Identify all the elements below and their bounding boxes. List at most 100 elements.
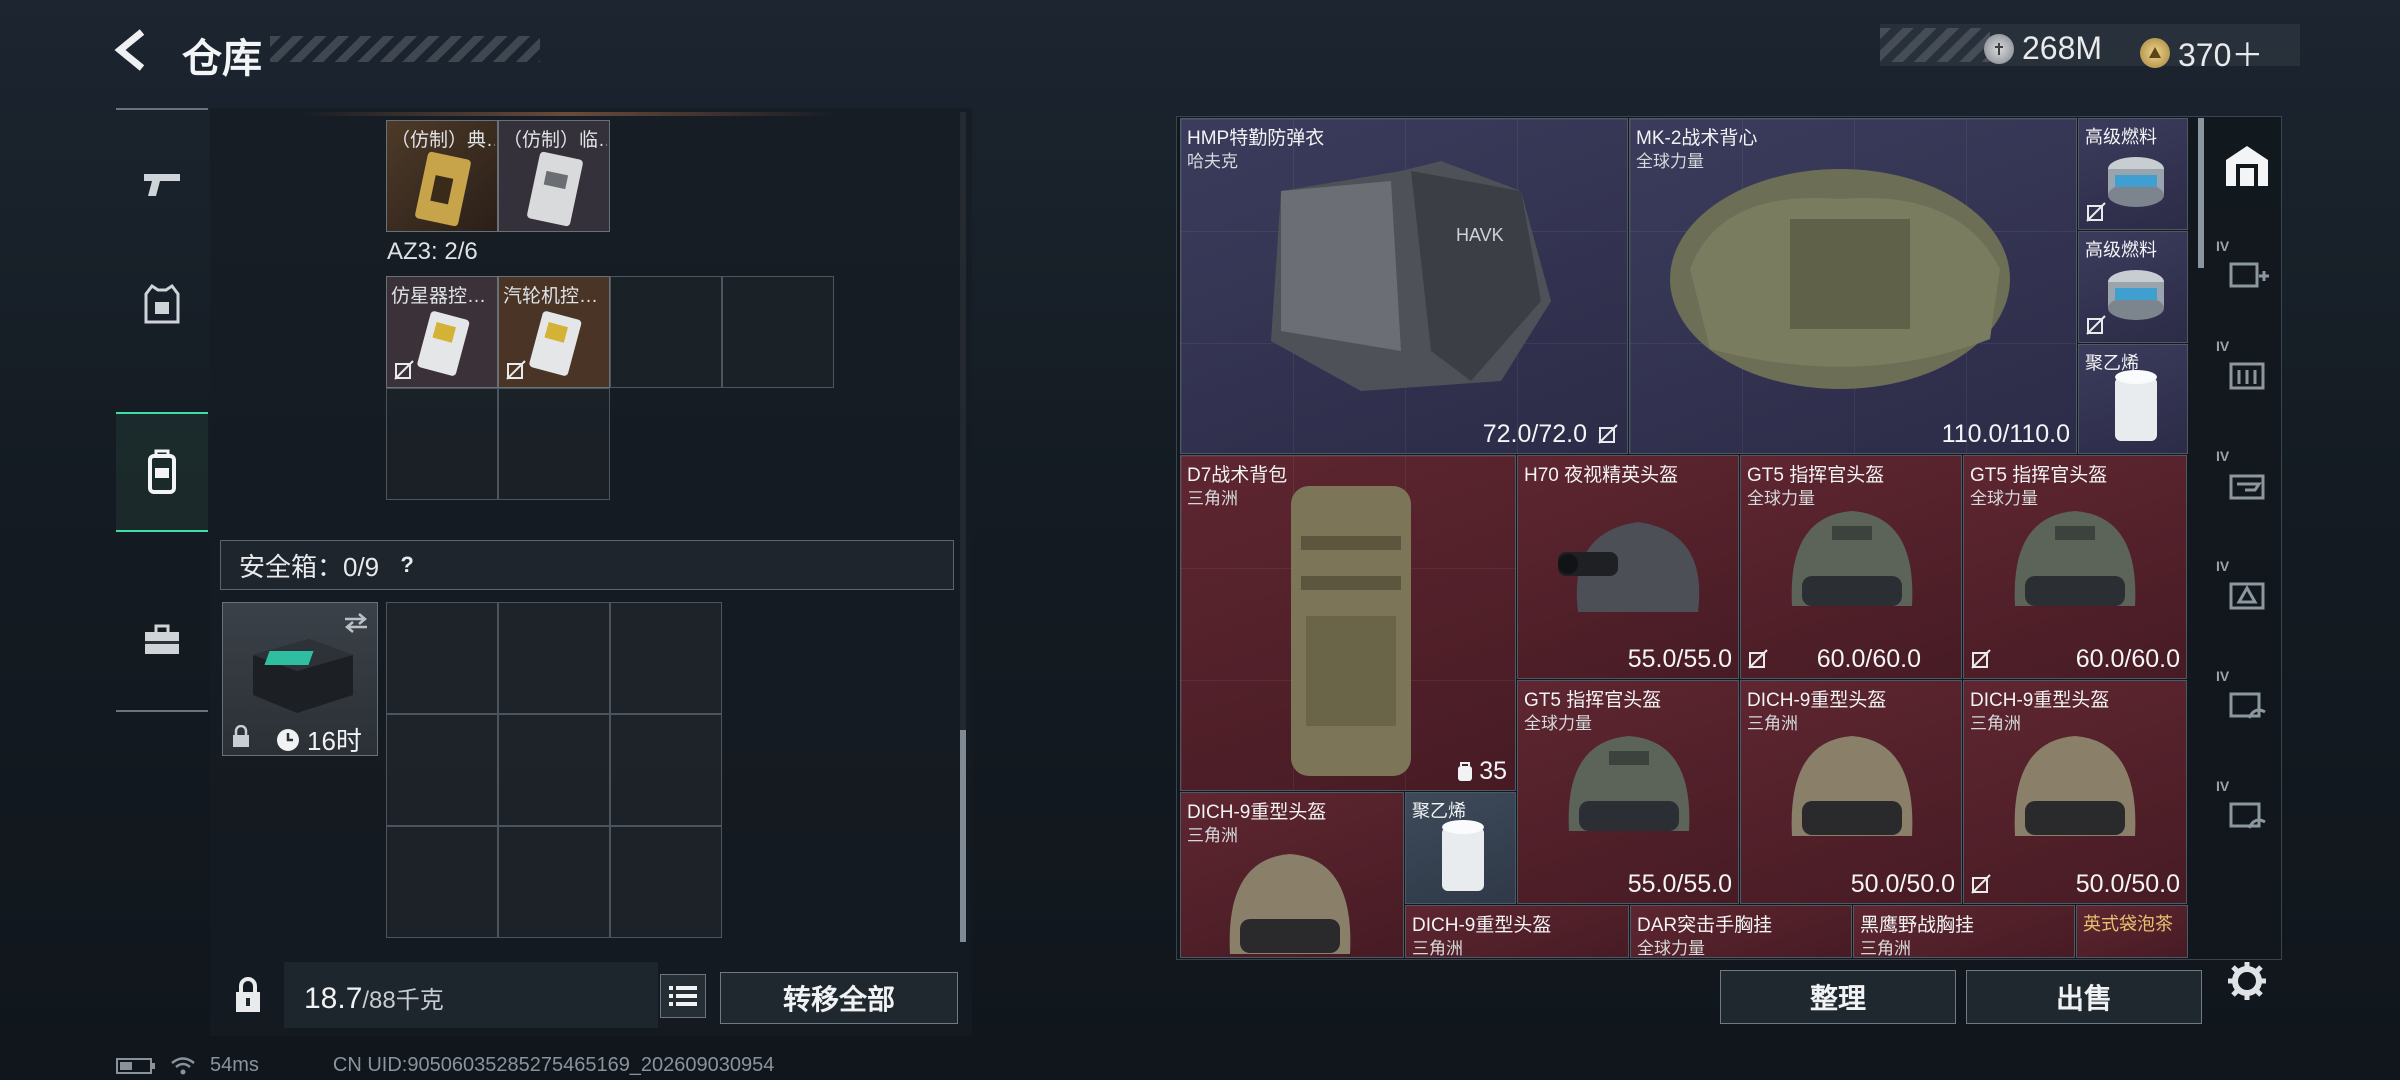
help-icon[interactable]: ? bbox=[393, 551, 421, 579]
storage-item-d7-backpack[interactable]: D7战术背包 三角洲 35 bbox=[1180, 455, 1516, 791]
title-decoration bbox=[270, 36, 540, 62]
tab-backpack[interactable] bbox=[116, 412, 208, 532]
level-badge: IV bbox=[2216, 778, 2230, 794]
wifi-icon bbox=[171, 1056, 195, 1074]
storage-item-dar-rig[interactable]: DAR突击手胸挂 全球力量 bbox=[1630, 905, 1852, 958]
uid-text: CN UID:9050603528527546516​9_20260903095… bbox=[332, 1054, 775, 1076]
item-name: HMP特勤防弹衣 bbox=[1187, 128, 1325, 149]
gold-card-icon bbox=[415, 151, 471, 227]
tab-storage-2[interactable]: IV bbox=[2212, 324, 2282, 424]
storage-item-gt5-helmet-1[interactable]: GT5 指挥官头盔 全球力量 60.0/60.0 bbox=[1740, 455, 1962, 679]
storage-item-dich9-helmet-2[interactable]: DICH-9重型头盔 三角洲 50.0/50.0 bbox=[1963, 680, 2187, 904]
storage-item-dich9-helmet-4[interactable]: DICH-9重型头盔 三角洲 bbox=[1405, 905, 1629, 958]
page-title: 仓库 bbox=[182, 37, 262, 81]
tab-armor[interactable] bbox=[116, 244, 208, 364]
item-cell-imitation-2[interactable]: （仿制）临… bbox=[498, 120, 610, 232]
add-storage-icon bbox=[2229, 262, 2269, 288]
storage-item-tea[interactable]: 英式袋泡茶 bbox=[2076, 905, 2188, 958]
tab-storage-1[interactable]: IV bbox=[2212, 224, 2282, 324]
item-durability: 50.0/50.0 bbox=[1850, 870, 1955, 898]
storage-item-gt5-helmet-3[interactable]: GT5 指挥官头盔 全球力量 55.0/55.0 bbox=[1517, 680, 1739, 904]
weapon-bench-icon bbox=[2229, 474, 2265, 500]
tab-storage-5[interactable]: IV bbox=[2212, 654, 2282, 754]
empty-slot[interactable] bbox=[498, 714, 610, 826]
keycard-icon bbox=[417, 311, 470, 376]
empty-slot[interactable] bbox=[610, 276, 722, 388]
empty-slot[interactable] bbox=[498, 826, 610, 938]
transfer-all-button[interactable]: 转移全部 bbox=[720, 972, 958, 1024]
pistol-icon bbox=[144, 174, 180, 196]
item-name: GT5 指挥官头盔 bbox=[1970, 465, 2108, 486]
chevron-left-icon bbox=[114, 29, 145, 71]
briefcase-icon bbox=[145, 624, 179, 654]
storage-item-h70-helmet[interactable]: H70 夜视精英头盔 55.0/55.0 bbox=[1517, 455, 1739, 679]
empty-slot[interactable] bbox=[386, 602, 498, 714]
empty-slot[interactable] bbox=[610, 602, 722, 714]
backpack-icon bbox=[1291, 486, 1411, 776]
empty-slot[interactable] bbox=[386, 714, 498, 826]
no-drop-icon bbox=[2086, 202, 2106, 222]
helmet-icon bbox=[1229, 854, 1351, 954]
item-name: DICH-9重型头盔 bbox=[1747, 690, 1887, 711]
sell-button[interactable]: 出售 bbox=[1966, 970, 2202, 1024]
empty-slot[interactable] bbox=[498, 388, 610, 500]
storage-item-polyethylene-1[interactable]: 聚乙烯 bbox=[2078, 344, 2188, 454]
storage-item-blackhawk-rig[interactable]: 黑鹰野战胸挂 三角洲 bbox=[1853, 905, 2075, 958]
status-line: 54ms CN UID:9050603528527546516​9_202609… bbox=[116, 1054, 774, 1077]
list-icon bbox=[669, 986, 697, 1006]
safebox-grid bbox=[386, 602, 722, 938]
storage-item-polyethylene-2[interactable]: 聚乙烯 bbox=[1405, 792, 1516, 904]
tab-storage-4[interactable]: IV bbox=[2212, 544, 2282, 644]
tab-storage-3[interactable]: IV bbox=[2212, 434, 2282, 534]
empty-slot[interactable] bbox=[498, 602, 610, 714]
tab-case[interactable] bbox=[116, 580, 208, 700]
warning-storage-icon bbox=[2229, 582, 2265, 610]
empty-slot[interactable] bbox=[610, 826, 722, 938]
backpack-capacity-icon bbox=[1458, 761, 1473, 781]
right-scrollbar-thumb[interactable] bbox=[2198, 118, 2204, 268]
settings-button[interactable] bbox=[2222, 956, 2272, 1006]
item-name: H70 夜视精英头盔 bbox=[1524, 465, 1679, 486]
empty-slot[interactable] bbox=[386, 388, 498, 500]
tab-vault[interactable] bbox=[2212, 116, 2282, 216]
storage-item-dich9-helmet-1[interactable]: DICH-9重型头盔 三角洲 50.0/50.0 bbox=[1740, 680, 1962, 904]
helmet-icon bbox=[1791, 511, 1913, 606]
timer: 16时 bbox=[275, 721, 362, 758]
currency-gold[interactable]: 370＋ bbox=[2140, 30, 2263, 76]
storage-item-dich9-helmet-3[interactable]: DICH-9重型头盔 三角洲 bbox=[1180, 792, 1404, 958]
item-name: DICH-9重型头盔 bbox=[1187, 802, 1327, 823]
weight-current: 18.7 bbox=[304, 982, 363, 1015]
back-button[interactable] bbox=[112, 28, 160, 72]
helmet-icon bbox=[1791, 736, 1913, 836]
storage-item-gt5-helmet-2[interactable]: GT5 指挥官头盔 全球力量 60.0/60.0 bbox=[1963, 455, 2187, 679]
storage-item-hmp-vest[interactable]: HMP特勤防弹衣 哈夫克 HAVK 72.0/72.0 bbox=[1180, 118, 1628, 454]
safebox-item[interactable]: 16时 bbox=[222, 602, 378, 756]
item-cell-stellarator[interactable]: 仿星器控… bbox=[386, 276, 498, 388]
sort-button[interactable]: 整理 bbox=[1720, 970, 1956, 1024]
empty-slot[interactable] bbox=[610, 714, 722, 826]
storage-item-mk2-vest[interactable]: MK-2战术背心 全球力量 110.0/110.0 bbox=[1629, 118, 2077, 454]
item-durability: 110.0/110.0 bbox=[1941, 420, 2070, 448]
lock-toggle[interactable] bbox=[218, 962, 278, 1028]
currency-silver[interactable]: 268M bbox=[1984, 30, 2102, 67]
tab-storage-6[interactable]: IV bbox=[2212, 764, 2282, 864]
empty-slot[interactable] bbox=[386, 826, 498, 938]
storage-item-fuel-1[interactable]: 高级燃料 bbox=[2078, 118, 2188, 230]
item-durability: 60.0/60.0 bbox=[2075, 645, 2180, 673]
top-divider bbox=[300, 112, 836, 116]
empty-slot[interactable] bbox=[722, 276, 834, 388]
left-scrollbar-thumb[interactable] bbox=[960, 730, 966, 942]
secure-container-icon bbox=[253, 639, 353, 713]
storage-tabs: IV IV IV IV IV IV bbox=[2212, 116, 2282, 976]
item-durability: 50.0/50.0 bbox=[2075, 870, 2180, 898]
roll-icon bbox=[1442, 820, 1484, 891]
tactical-vest-icon bbox=[144, 283, 180, 324]
list-view-button[interactable] bbox=[660, 974, 706, 1018]
storage-item-fuel-2[interactable]: 高级燃料 bbox=[2078, 231, 2188, 343]
no-drop-icon bbox=[1598, 424, 1618, 444]
item-faction: 全球力量 bbox=[1637, 939, 1705, 958]
item-cell-turbine[interactable]: 汽轮机控… bbox=[498, 276, 610, 388]
item-cell-imitation-1[interactable]: （仿制）典… bbox=[386, 120, 498, 232]
tab-weapons[interactable] bbox=[116, 124, 208, 244]
no-drop-icon bbox=[1748, 649, 1768, 669]
